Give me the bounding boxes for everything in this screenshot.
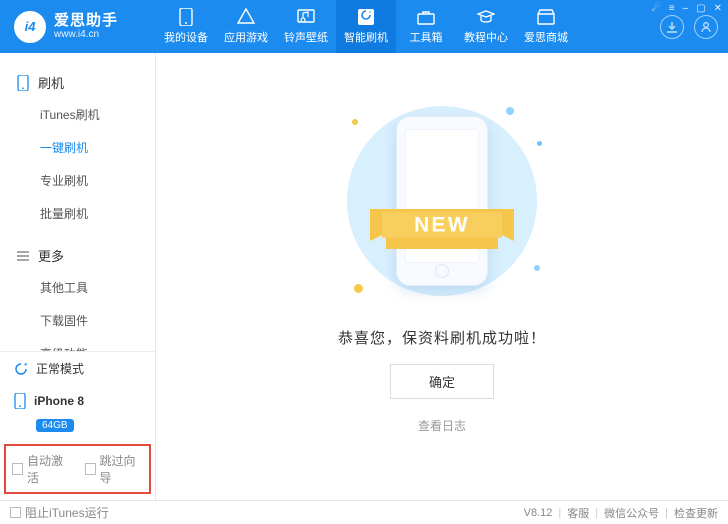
device-icon bbox=[175, 8, 197, 26]
sidebar-item-batch-flash[interactable]: 批量刷机 bbox=[0, 197, 155, 230]
sidebar-group-header[interactable]: 更多 bbox=[0, 240, 155, 271]
sidebar-group-title: 更多 bbox=[38, 246, 64, 265]
tab-label: 智能刷机 bbox=[344, 29, 388, 45]
main-panel: NEW 恭喜您，保资料刷机成功啦！ 确定 查看日志 bbox=[156, 53, 728, 500]
brand-domain: www.i4.cn bbox=[54, 29, 118, 41]
phone-icon bbox=[14, 393, 26, 409]
flash-icon bbox=[355, 8, 377, 26]
checkbox-label: 自动激活 bbox=[27, 452, 70, 486]
device-mode-label: 正常模式 bbox=[36, 360, 84, 377]
window-controls: ☄ ≡ – ▢ ✕ bbox=[652, 3, 722, 14]
view-log-link[interactable]: 查看日志 bbox=[418, 417, 466, 434]
sidebar-group-title: 刷机 bbox=[38, 73, 64, 92]
tab-label: 铃声壁纸 bbox=[284, 29, 328, 45]
checkbox-label: 阻止iTunes运行 bbox=[25, 504, 109, 521]
apps-icon bbox=[235, 8, 257, 26]
checkbox-skip-guide[interactable]: 跳过向导 bbox=[85, 452, 144, 486]
header-tabs: 我的设备 应用游戏 铃声壁纸 智能刷机 工具箱 bbox=[156, 0, 660, 53]
device-name: iPhone 8 bbox=[34, 394, 84, 408]
close-icon[interactable]: ✕ bbox=[714, 3, 722, 14]
sidebar-group-flash: 刷机 iTunes刷机 一键刷机 专业刷机 批量刷机 bbox=[0, 63, 155, 236]
sidebar-bottom: 正常模式 iPhone 8 64GB 自动激活 跳过向导 bbox=[0, 351, 155, 500]
maximize-icon[interactable]: ▢ bbox=[696, 3, 705, 14]
version-label: V8.12 bbox=[524, 507, 553, 519]
body: 刷机 iTunes刷机 一键刷机 专业刷机 批量刷机 更多 其他工具 下载固件 … bbox=[0, 53, 728, 500]
sidebar-item-pro-flash[interactable]: 专业刷机 bbox=[0, 164, 155, 197]
sidebar-group-more: 更多 其他工具 下载固件 高级功能 bbox=[0, 236, 155, 351]
tutorial-icon bbox=[475, 8, 497, 26]
success-illustration: NEW bbox=[332, 101, 552, 301]
checkbox-auto-activate[interactable]: 自动激活 bbox=[12, 452, 71, 486]
sidebar-item-advanced[interactable]: 高级功能 bbox=[0, 337, 155, 351]
device-storage-badge: 64GB bbox=[36, 419, 74, 432]
tab-apps[interactable]: 应用游戏 bbox=[216, 0, 276, 53]
tab-tutorial[interactable]: 教程中心 bbox=[456, 0, 516, 53]
tab-label: 应用游戏 bbox=[224, 29, 268, 45]
flash-options-highlight: 自动激活 跳过向导 bbox=[4, 444, 151, 494]
tab-label: 工具箱 bbox=[410, 29, 443, 45]
ok-button[interactable]: 确定 bbox=[390, 364, 494, 399]
tab-label: 教程中心 bbox=[464, 29, 508, 45]
device-mode-row[interactable]: 正常模式 bbox=[0, 352, 155, 385]
checkbox-label: 跳过向导 bbox=[100, 452, 143, 486]
status-link-support[interactable]: 客服 bbox=[567, 505, 589, 521]
checkbox-box-icon bbox=[12, 463, 23, 475]
checkbox-block-itunes[interactable]: 阻止iTunes运行 bbox=[10, 504, 109, 521]
success-message: 恭喜您，保资料刷机成功啦！ bbox=[338, 327, 546, 348]
checkbox-box-icon bbox=[10, 507, 21, 518]
toolbox-icon bbox=[415, 8, 437, 26]
statusbar: 阻止iTunes运行 V8.12 | 客服 | 微信公众号 | 检查更新 bbox=[0, 500, 728, 524]
status-link-wechat[interactable]: 微信公众号 bbox=[604, 505, 659, 521]
sidebar-group-header[interactable]: 刷机 bbox=[0, 67, 155, 98]
header: i4 爱思助手 www.i4.cn 我的设备 应用游戏 铃声壁纸 bbox=[0, 0, 728, 53]
list-icon bbox=[16, 251, 30, 261]
tab-label: 爱思商城 bbox=[524, 29, 568, 45]
tab-tools[interactable]: 工具箱 bbox=[396, 0, 456, 53]
menu-icon[interactable]: ≡ bbox=[669, 3, 675, 14]
tab-mall[interactable]: 爱思商城 bbox=[516, 0, 576, 53]
minimize-icon[interactable]: – bbox=[683, 3, 689, 14]
tab-ring[interactable]: 铃声壁纸 bbox=[276, 0, 336, 53]
tab-label: 我的设备 bbox=[164, 29, 208, 45]
device-row[interactable]: iPhone 8 64GB bbox=[0, 385, 155, 440]
tab-device[interactable]: 我的设备 bbox=[156, 0, 216, 53]
tab-flash[interactable]: 智能刷机 bbox=[336, 0, 396, 53]
phone-icon bbox=[16, 75, 30, 91]
status-link-update[interactable]: 检查更新 bbox=[674, 505, 718, 521]
ringtone-icon bbox=[295, 8, 317, 26]
brand-name: 爱思助手 bbox=[54, 12, 118, 29]
sidebar-item-other-tools[interactable]: 其他工具 bbox=[0, 271, 155, 304]
new-ribbon: NEW bbox=[362, 201, 522, 257]
sidebar-item-download-fw[interactable]: 下载固件 bbox=[0, 304, 155, 337]
brand-logo-icon: i4 bbox=[14, 11, 46, 43]
mall-icon bbox=[535, 8, 557, 26]
brand: i4 爱思助手 www.i4.cn bbox=[0, 0, 156, 53]
svg-text:NEW: NEW bbox=[414, 213, 470, 236]
sidebar-item-oneclick-flash[interactable]: 一键刷机 bbox=[0, 131, 155, 164]
refresh-icon bbox=[14, 362, 28, 376]
sidebar: 刷机 iTunes刷机 一键刷机 专业刷机 批量刷机 更多 其他工具 下载固件 … bbox=[0, 53, 156, 500]
user-icon[interactable] bbox=[694, 15, 718, 39]
download-icon[interactable] bbox=[660, 15, 684, 39]
sidebar-item-itunes-flash[interactable]: iTunes刷机 bbox=[0, 98, 155, 131]
skin-icon[interactable]: ☄ bbox=[652, 3, 661, 14]
checkbox-box-icon bbox=[85, 463, 96, 475]
